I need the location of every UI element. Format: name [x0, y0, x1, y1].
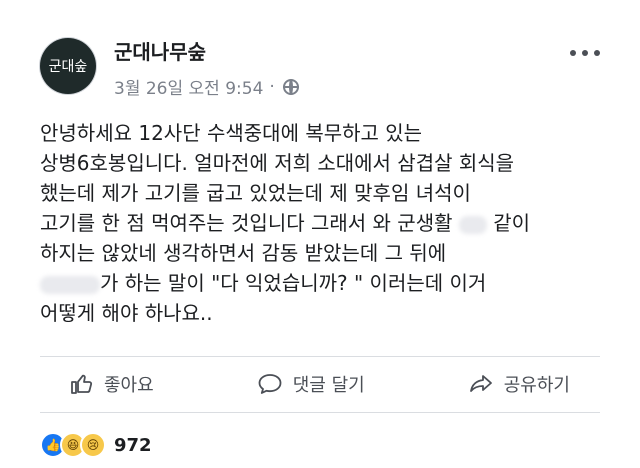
like-button[interactable]: 좋아요	[40, 371, 184, 397]
reactions-summary[interactable]: 👍 😆 😢 972	[40, 430, 152, 460]
divider	[40, 412, 600, 413]
post-header: 군대숲 군대나무숲 3월 26일 오전 9:54 ·	[40, 22, 600, 102]
action-bar: 좋아요 댓글 달기 공유하기	[40, 360, 600, 408]
redacted-text	[40, 275, 100, 294]
share-icon	[469, 375, 492, 392]
post-line: 하지는 않았네 생각하면서 감동 받았는데 그 뒤에	[40, 241, 447, 265]
reaction-count[interactable]: 972	[114, 435, 152, 456]
post-line: 상병6호봉입니다. 얼마전에 저희 소대에서 삼겹살 회식을	[40, 151, 515, 175]
post-text: 안녕하세요 12사단 수색중대에 복무하고 있는 상병6호봉입니다. 얼마전에 …	[40, 118, 610, 328]
share-label: 공유하기	[503, 375, 570, 396]
post-text-segment: 가 하는 말이 "다 익었습니까? " 이러는데 이거	[100, 271, 487, 295]
post-text-segment: 같이	[486, 211, 531, 235]
separator: ·	[269, 76, 275, 97]
post-meta: 3월 26일 오전 9:54 ·	[114, 74, 299, 99]
post-line: 했는데 제가 고기를 굽고 있었는데 제 맞후임 녀석이	[40, 181, 471, 205]
post-line: 안녕하세요 12사단 수색중대에 복무하고 있는	[40, 121, 423, 145]
sad-icon: 😢	[80, 432, 106, 458]
thumbs-up-icon	[71, 374, 93, 394]
comment-button[interactable]: 댓글 달기	[227, 371, 395, 397]
share-button[interactable]: 공유하기	[438, 371, 600, 397]
globe-icon[interactable]	[282, 78, 299, 95]
divider	[40, 356, 600, 357]
like-label: 좋아요	[104, 375, 154, 396]
comment-label: 댓글 달기	[292, 375, 365, 396]
post-line: 고기를 한 점 먹여주는 것입니다 그래서 와 군생활 같이	[40, 208, 610, 238]
page-name[interactable]: 군대나무숲	[114, 36, 206, 65]
post-line: 어떻게 해야 하나요..	[40, 301, 213, 325]
comment-icon	[258, 374, 282, 394]
redacted-text	[458, 215, 487, 234]
more-options-icon[interactable]	[570, 48, 600, 58]
post-text-segment: 고기를 한 점 먹여주는 것입니다 그래서 와 군생활	[40, 211, 459, 235]
avatar-text: 군대숲	[48, 59, 88, 75]
avatar[interactable]: 군대숲	[40, 38, 96, 94]
post-line: 가 하는 말이 "다 익었습니까? " 이러는데 이거	[40, 268, 610, 298]
timestamp[interactable]: 3월 26일 오전 9:54	[114, 74, 263, 99]
